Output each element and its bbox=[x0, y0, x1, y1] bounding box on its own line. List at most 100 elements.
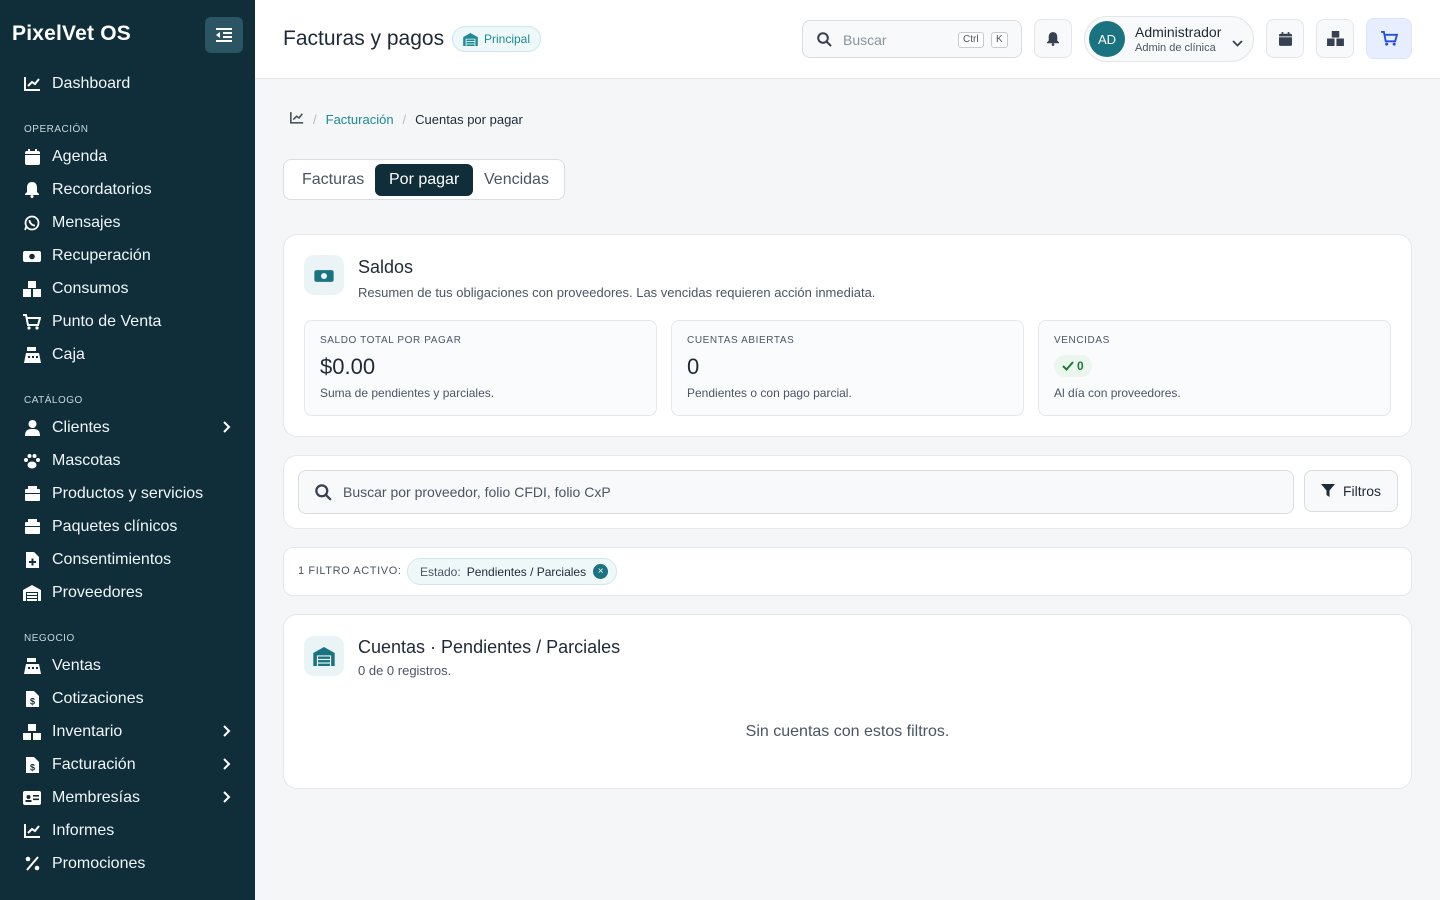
accounts-count: 0 de 0 registros. bbox=[358, 663, 452, 678]
sidebar-item-membresias[interactable]: Membresías bbox=[0, 781, 255, 814]
top-header: Facturas y pagos Principal Buscar Ctrl K… bbox=[255, 0, 1440, 79]
search-icon bbox=[817, 32, 832, 52]
section-negocio: NEGOCIO bbox=[24, 633, 75, 644]
empty-state-message: Sin cuentas con estos filtros. bbox=[745, 723, 950, 740]
notifications-button[interactable] bbox=[1034, 19, 1072, 58]
sidebar-item-consumos[interactable]: Consumos bbox=[0, 272, 255, 305]
sidebar-item-label: Mensajes bbox=[52, 213, 121, 231]
stat-value: 0 bbox=[687, 354, 700, 379]
file-invoice-icon: $ bbox=[23, 756, 41, 774]
sidebar-item-proveedores[interactable]: Proveedores bbox=[0, 576, 255, 609]
sidebar-item-ventas[interactable]: Ventas bbox=[0, 649, 255, 682]
chevron-right-icon bbox=[223, 790, 231, 808]
active-filters-bar: 1 FILTRO ACTIVO: Estado: Pendientes / Pa… bbox=[283, 547, 1412, 596]
sidebar-item-facturacion[interactable]: $ Facturación bbox=[0, 748, 255, 781]
search-placeholder: Buscar por proveedor, folio CFDI, folio … bbox=[343, 484, 611, 500]
point-of-sale-button[interactable] bbox=[1366, 18, 1412, 59]
breadcrumb: / Facturación / Cuentas por pagar bbox=[290, 111, 523, 127]
kbd-k: K bbox=[991, 32, 1008, 48]
chart-line-icon[interactable] bbox=[290, 111, 304, 127]
sidebar-item-label: Cotizaciones bbox=[52, 689, 144, 707]
tab-vencidas[interactable]: Vencidas bbox=[470, 164, 563, 196]
stat-value: 0 bbox=[1077, 359, 1084, 373]
sidebar-item-consentimientos[interactable]: Consentimientos bbox=[0, 543, 255, 576]
kbd-ctrl: Ctrl bbox=[958, 32, 984, 48]
global-search-input[interactable]: Buscar Ctrl K bbox=[802, 20, 1022, 58]
percent-icon bbox=[23, 855, 41, 873]
chart-line-icon bbox=[23, 822, 41, 840]
sidebar-item-recuperacion[interactable]: Recuperación bbox=[0, 239, 255, 272]
filter-icon bbox=[1320, 484, 1335, 498]
sidebar-item-label: Inventario bbox=[52, 722, 123, 740]
breadcrumb-link-facturacion[interactable]: Facturación bbox=[326, 112, 394, 127]
money-icon bbox=[304, 255, 344, 295]
close-icon[interactable]: × bbox=[593, 564, 609, 579]
calendar-button[interactable] bbox=[1266, 19, 1304, 58]
chip-key: Estado: bbox=[420, 564, 461, 579]
svg-text:$: $ bbox=[29, 762, 34, 772]
sidebar-item-dashboard[interactable]: Dashboard bbox=[0, 67, 255, 100]
sidebar-item-label: Ventas bbox=[52, 656, 101, 674]
cash-register-icon bbox=[23, 657, 41, 675]
sidebar-item-recordatorios[interactable]: Recordatorios bbox=[0, 173, 255, 206]
filter-chip-estado[interactable]: Estado: Pendientes / Parciales × bbox=[407, 558, 618, 585]
brand-logo: PixelVet OS bbox=[12, 22, 131, 45]
stat-cuentas-abiertas: CUENTAS ABIERTAS 0 Pendientes o con pago… bbox=[671, 320, 1024, 416]
sidebar-item-clientes[interactable]: Clientes bbox=[0, 411, 255, 444]
sidebar-item-agenda[interactable]: Agenda bbox=[0, 140, 255, 173]
cubes-icon bbox=[23, 723, 41, 741]
page-title: Facturas y pagos bbox=[283, 27, 445, 50]
inventory-button[interactable] bbox=[1316, 19, 1354, 58]
sidebar-item-label: Informes bbox=[52, 821, 115, 839]
check-icon bbox=[1062, 361, 1074, 371]
sidebar-item-mensajes[interactable]: Mensajes bbox=[0, 206, 255, 239]
branch-badge[interactable]: Principal bbox=[452, 26, 542, 52]
cart-icon bbox=[23, 313, 41, 331]
saldos-card: Saldos Resumen de tus obligaciones con p… bbox=[283, 234, 1412, 437]
boxes-icon bbox=[1326, 31, 1344, 46]
id-card-icon bbox=[23, 789, 41, 807]
user-menu[interactable]: AD Administrador Admin de clínica bbox=[1084, 16, 1254, 62]
sidebar-item-label: Dashboard bbox=[52, 74, 131, 92]
collapse-sidebar-button[interactable] bbox=[205, 17, 243, 53]
breadcrumb-current: Cuentas por pagar bbox=[415, 111, 523, 127]
boxes-icon bbox=[23, 280, 41, 298]
sidebar-item-label: Promociones bbox=[52, 854, 146, 872]
sidebar: PixelVet OS Dashboard OPERACIÓN Agenda R… bbox=[0, 0, 255, 900]
saldos-subtitle: Resumen de tus obligaciones con proveedo… bbox=[358, 285, 876, 300]
stat-saldo-total: SALDO TOTAL POR PAGAR $0.00 Suma de pend… bbox=[304, 320, 657, 416]
warehouse-icon bbox=[463, 32, 478, 46]
calendar-icon bbox=[1278, 31, 1292, 46]
chevron-right-icon bbox=[223, 420, 231, 438]
sidebar-item-inventario[interactable]: Inventario bbox=[0, 715, 255, 748]
sidebar-item-label: Caja bbox=[52, 345, 85, 363]
sidebar-item-label: Recordatorios bbox=[52, 180, 152, 198]
whatsapp-icon bbox=[23, 214, 41, 232]
indent-icon bbox=[216, 28, 232, 42]
sidebar-item-caja[interactable]: Caja bbox=[0, 338, 255, 371]
sidebar-item-label: Clientes bbox=[52, 418, 110, 436]
sidebar-item-promociones[interactable]: Promociones bbox=[0, 847, 255, 880]
cart-icon bbox=[1380, 31, 1398, 46]
calendar-icon bbox=[23, 148, 41, 166]
user-name: Administrador bbox=[1135, 24, 1222, 40]
stat-label: VENCIDAS bbox=[1054, 335, 1110, 346]
branch-badge-label: Principal bbox=[484, 32, 531, 46]
chevron-right-icon bbox=[223, 724, 231, 742]
sidebar-item-productos-y-servicios[interactable]: Productos y servicios bbox=[0, 477, 255, 510]
stat-label: CUENTAS ABIERTAS bbox=[687, 335, 795, 346]
sidebar-item-informes[interactable]: Informes bbox=[0, 814, 255, 847]
filters-button[interactable]: Filtros bbox=[1304, 470, 1398, 512]
tab-facturas[interactable]: Facturas bbox=[288, 164, 378, 196]
search-card: Buscar por proveedor, folio CFDI, folio … bbox=[283, 455, 1412, 529]
breadcrumb-separator: / bbox=[313, 111, 317, 127]
tab-por-pagar[interactable]: Por pagar bbox=[375, 164, 474, 196]
sidebar-item-punto-de-venta[interactable]: Punto de Venta bbox=[0, 305, 255, 338]
sidebar-item-cotizaciones[interactable]: $ Cotizaciones bbox=[0, 682, 255, 715]
breadcrumb-separator: / bbox=[402, 111, 407, 127]
accounts-search-input[interactable]: Buscar por proveedor, folio CFDI, folio … bbox=[298, 470, 1294, 514]
sidebar-item-mascotas[interactable]: Mascotas bbox=[0, 444, 255, 477]
search-icon bbox=[315, 484, 332, 506]
sidebar-item-paquetes-clinicos[interactable]: Paquetes clínicos bbox=[0, 510, 255, 543]
user-role: Admin de clínica bbox=[1135, 42, 1216, 54]
